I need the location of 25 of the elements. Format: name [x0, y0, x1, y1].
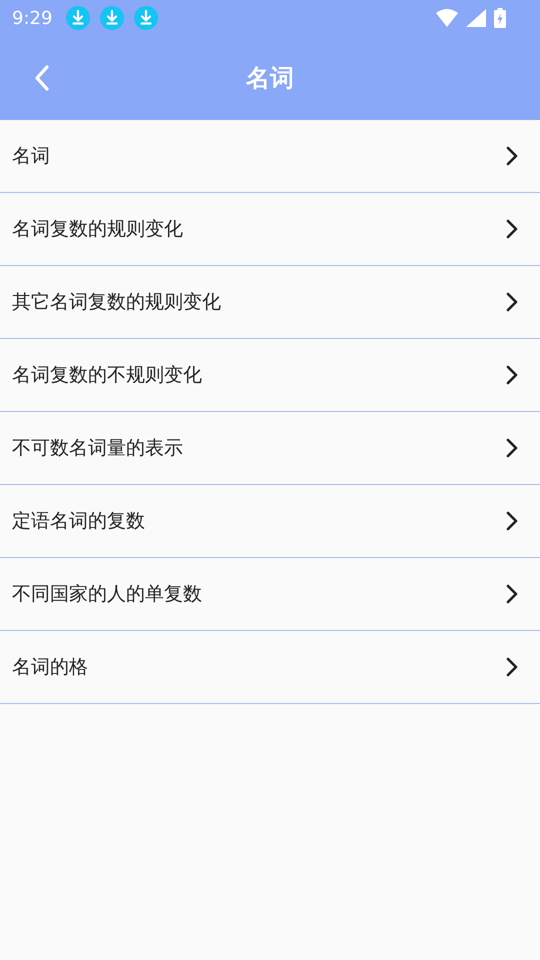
page-title: 名词 [246, 63, 294, 94]
chevron-icon [506, 657, 518, 677]
download-icon [100, 6, 124, 30]
back-chevron-icon [34, 65, 50, 91]
chevron-icon [506, 219, 518, 239]
chevron-icon [506, 365, 518, 385]
list-item[interactable]: 不可数名词量的表示 [0, 412, 540, 485]
chevron-icon [506, 146, 518, 166]
list-item[interactable]: 名词的格 [0, 631, 540, 704]
list-item[interactable]: 其它名词复数的规则变化 [0, 266, 540, 339]
signal-icon [466, 9, 486, 27]
list-item[interactable]: 定语名词的复数 [0, 485, 540, 558]
download-icon [134, 6, 158, 30]
list-item[interactable]: 名词 [0, 120, 540, 193]
download-icon [66, 6, 90, 30]
chevron-icon [506, 511, 518, 531]
chevron-icon [506, 292, 518, 312]
battery-icon [494, 8, 506, 28]
status-time: 9:29 [12, 8, 52, 28]
chevron-icon [506, 584, 518, 604]
chevron-icon [506, 438, 518, 458]
list-item[interactable]: 不同国家的人的单复数 [0, 558, 540, 631]
list-item[interactable]: 名词复数的规则变化 [0, 193, 540, 266]
list-item[interactable]: 名词复数的不规则变化 [0, 339, 540, 412]
wifi-icon [436, 9, 458, 27]
